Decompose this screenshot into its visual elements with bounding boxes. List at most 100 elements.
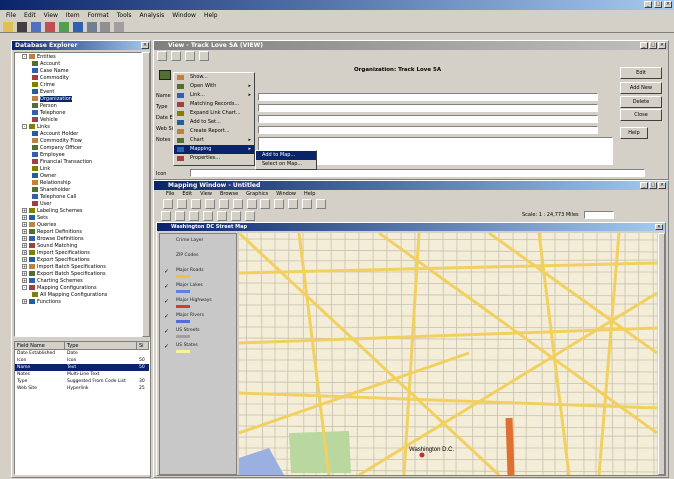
app-menu-file[interactable]: File — [2, 11, 20, 20]
edit-button[interactable]: Edit — [620, 67, 662, 79]
street-map[interactable]: Washington D.C. — [239, 233, 657, 475]
map-maximize-button[interactable]: □ — [649, 182, 657, 189]
record-minimize-button[interactable]: _ — [640, 42, 648, 49]
expand-icon[interactable]: + — [22, 215, 27, 220]
submenu-item[interactable]: Select on Map... — [256, 160, 316, 169]
tree-item[interactable]: - Entities — [17, 54, 139, 61]
help-icon[interactable] — [114, 22, 125, 32]
map-menu-file[interactable]: File — [162, 190, 178, 198]
props-row[interactable]: Web Site Hyperlink 25 — [15, 385, 149, 392]
tree-item[interactable]: + Import Specifications — [17, 250, 139, 257]
expand-icon[interactable]: + — [22, 243, 27, 248]
tree-item[interactable]: + Sound Matching — [17, 243, 139, 250]
tree-item[interactable]: + Export Specifications — [17, 257, 139, 264]
layer-visibility-checkbox[interactable]: ✓ — [164, 344, 169, 350]
context-menu-item[interactable]: Matching Records... — [174, 100, 254, 109]
layer-item[interactable]: ✓ Major Lakes — [160, 283, 236, 298]
circle-select-icon[interactable] — [202, 211, 213, 221]
collapse-icon[interactable]: - — [22, 285, 27, 290]
icon-field[interactable] — [190, 169, 645, 177]
app-menu-analysis[interactable]: Analysis — [136, 11, 169, 20]
tree-item[interactable]: + Charting Schemes — [17, 278, 139, 285]
zoom-in-icon[interactable] — [246, 199, 257, 209]
layer-item[interactable]: ✓ US Streets — [160, 328, 236, 343]
tree-item[interactable]: Owner — [17, 173, 139, 180]
minimize-button[interactable]: _ — [644, 1, 652, 8]
map-menu-help[interactable]: Help — [300, 190, 319, 198]
map-close-button[interactable]: × — [658, 182, 666, 189]
tree-item[interactable]: + Browse Definitions — [17, 236, 139, 243]
map-menu-browse[interactable]: Browse — [216, 190, 242, 198]
expand-icon[interactable]: + — [22, 229, 27, 234]
props-column-header[interactable]: Si — [137, 342, 149, 349]
query-icon[interactable] — [30, 22, 41, 32]
layer-visibility-checkbox[interactable]: ✓ — [164, 284, 169, 290]
add-new-button[interactable]: Add New — [620, 82, 662, 94]
pointer-icon[interactable] — [174, 211, 185, 221]
layer-visibility-checkbox[interactable]: ✓ — [164, 269, 169, 275]
tree-item[interactable]: + Labeling Schemes — [17, 208, 139, 215]
link-icon[interactable] — [198, 51, 209, 61]
landmark-marker[interactable] — [419, 452, 425, 458]
map-menu-edit[interactable]: Edit — [178, 190, 196, 198]
props-row[interactable]: Notes Multi-Line Text — [15, 371, 149, 378]
layer-item[interactable]: ✓ Major Rivers — [160, 313, 236, 328]
context-menu-item[interactable]: Open With ▸ — [174, 82, 254, 91]
record-maximize-button[interactable]: □ — [649, 42, 657, 49]
tree-item[interactable]: + Queries — [17, 222, 139, 229]
record-field-input[interactable] — [258, 126, 598, 134]
layer-visibility-checkbox[interactable]: ✓ — [164, 314, 169, 320]
expand-icon[interactable]: + — [22, 278, 27, 283]
info-icon[interactable] — [244, 211, 255, 221]
props-column-header[interactable]: Type — [65, 342, 137, 349]
open-icon[interactable] — [3, 22, 13, 32]
submenu-item[interactable]: Add to Map... — [256, 151, 316, 160]
map-vscrollbar[interactable] — [658, 233, 665, 475]
props-row[interactable]: Name Text 50 — [15, 364, 149, 371]
app-menu-view[interactable]: View — [40, 11, 62, 20]
expand-icon[interactable]: + — [22, 299, 27, 304]
layer-visibility-checkbox[interactable]: ✓ — [164, 299, 169, 305]
tree-item[interactable]: User — [17, 201, 139, 208]
map-doc-close-button[interactable]: × — [655, 224, 663, 230]
tree-item[interactable]: Account — [17, 61, 139, 68]
tree-item[interactable]: + Sets — [17, 215, 139, 222]
refresh-icon[interactable] — [302, 199, 313, 209]
tree-item[interactable]: Financial Transaction — [17, 159, 139, 166]
maximize-button[interactable]: □ — [654, 1, 662, 8]
measure-icon[interactable] — [316, 199, 327, 209]
explorer-close-button[interactable]: × — [141, 42, 149, 49]
context-menu-item[interactable]: Mapping ▸ — [174, 145, 254, 154]
tree-item[interactable]: Person — [17, 103, 139, 110]
new-map-icon[interactable] — [163, 199, 173, 209]
app-menu-help[interactable]: Help — [200, 11, 222, 20]
context-menu-item[interactable]: Chart ▸ — [174, 136, 254, 145]
map-scale-input[interactable] — [584, 211, 614, 219]
tree-item[interactable]: + Functions — [17, 299, 139, 306]
context-menu-item[interactable]: Link... ▸ — [174, 91, 254, 100]
layer-visibility-checkbox[interactable]: ✓ — [164, 329, 169, 335]
legend-icon[interactable] — [288, 199, 299, 209]
tree-item[interactable]: Telephone Call — [17, 194, 139, 201]
tree-item[interactable]: - Links — [17, 124, 139, 131]
report-icon[interactable] — [44, 22, 55, 32]
record-field-input[interactable] — [258, 115, 598, 123]
explorer-tree[interactable]: - Entities Account Case Name Commodity Crime E… — [14, 52, 142, 337]
label-icon[interactable] — [230, 211, 241, 221]
app-menu-format[interactable]: Format — [84, 11, 113, 20]
expand-icon[interactable]: + — [22, 257, 27, 262]
layer-item[interactable]: ZIP Codes — [160, 253, 236, 268]
tree-item[interactable]: + Report Definitions — [17, 229, 139, 236]
context-menu-item[interactable]: Properties... — [174, 154, 254, 163]
props-row[interactable]: Type Suggested From Code List 30 — [15, 378, 149, 385]
expand-icon[interactable]: + — [22, 236, 27, 241]
open-map-icon[interactable] — [176, 199, 187, 209]
collapse-icon[interactable]: - — [22, 124, 27, 129]
tree-item[interactable]: Link — [17, 166, 139, 173]
help-button[interactable]: Help — [620, 127, 648, 139]
tree-item[interactable]: Commodity Flow — [17, 138, 139, 145]
tree-vscrollbar[interactable] — [142, 52, 150, 337]
window-icon[interactable] — [100, 22, 111, 32]
delete-button[interactable]: Delete — [620, 96, 662, 108]
delete-icon[interactable] — [184, 51, 195, 61]
